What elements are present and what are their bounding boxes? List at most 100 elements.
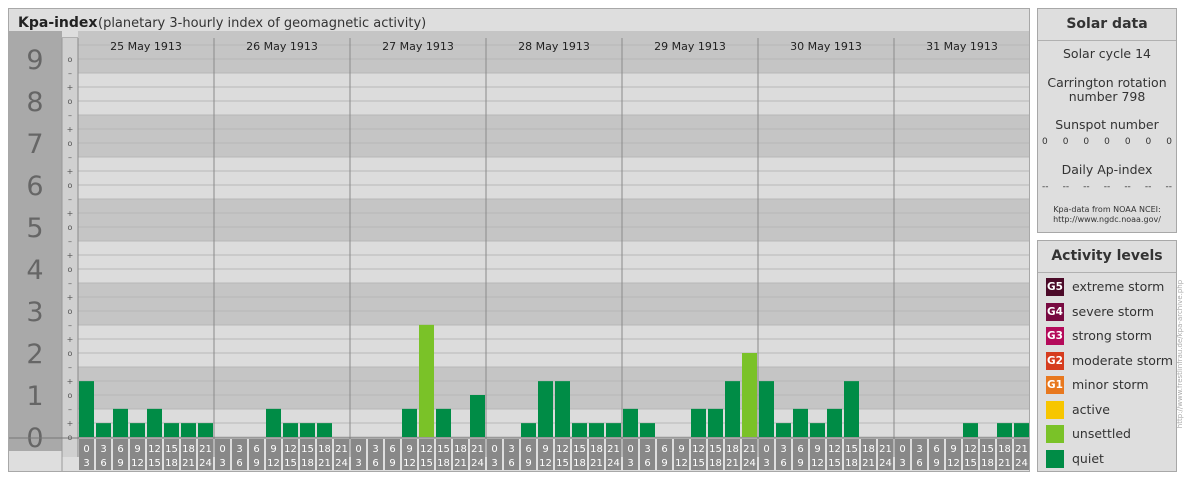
y-sub-label: – xyxy=(68,279,72,288)
time-start-label: 18 xyxy=(726,444,739,455)
time-start-label: 0 xyxy=(219,444,225,455)
time-end-label: 9 xyxy=(117,458,123,469)
time-start-label: 9 xyxy=(134,444,140,455)
kp-bar xyxy=(589,423,604,437)
y-sub-label: o xyxy=(68,307,73,316)
kp-bar xyxy=(521,423,536,437)
time-start-label: 0 xyxy=(627,444,633,455)
time-end-label: 3 xyxy=(899,458,905,469)
kp-bar xyxy=(572,423,587,437)
time-end-label: 21 xyxy=(590,458,603,469)
y-tick-label: 3 xyxy=(26,297,43,328)
level-label: quiet xyxy=(1072,450,1104,466)
y-sub-label: – xyxy=(68,363,72,372)
day-label: 27 May 1913 xyxy=(382,40,454,53)
y-tick-label: 2 xyxy=(26,339,43,370)
time-start-label: 0 xyxy=(899,444,905,455)
kp-bar xyxy=(436,408,451,437)
time-end-label: 6 xyxy=(372,458,378,469)
y-tick-label: 1 xyxy=(26,381,43,412)
time-start-label: 12 xyxy=(556,444,569,455)
time-start-label: 15 xyxy=(301,444,314,455)
kp-bar xyxy=(470,395,485,437)
y-tick-label: 4 xyxy=(26,255,43,286)
kp-bar xyxy=(776,423,791,437)
y-sub-label: o xyxy=(68,223,73,232)
y-tick-label: 7 xyxy=(26,129,43,160)
sunspot-value: 0 xyxy=(1166,137,1172,147)
time-start-label: 3 xyxy=(236,444,242,455)
kp-bar xyxy=(266,408,281,437)
time-start-label: 3 xyxy=(644,444,650,455)
credit-text: http://www.frestlinfrau.de/kpa-archive.p… xyxy=(1176,238,1184,474)
time-end-label: 12 xyxy=(675,458,688,469)
time-start-label: 12 xyxy=(692,444,705,455)
y-sub-label: + xyxy=(67,167,74,176)
level-swatch: G4 xyxy=(1046,302,1064,321)
y-sub-label: + xyxy=(67,209,74,218)
y-sub-label: + xyxy=(67,335,74,344)
kp-bar xyxy=(113,408,128,437)
time-end-label: 9 xyxy=(253,458,259,469)
y-sub-label: o xyxy=(68,97,73,106)
time-start-label: 9 xyxy=(950,444,956,455)
time-end-label: 3 xyxy=(83,458,89,469)
y-sub-label: – xyxy=(68,237,72,246)
time-start-label: 18 xyxy=(862,444,875,455)
time-start-label: 9 xyxy=(814,444,820,455)
time-start-label: 15 xyxy=(165,444,178,455)
kp-bar xyxy=(708,408,723,437)
y-sub-label: – xyxy=(68,69,72,78)
time-end-label: 3 xyxy=(491,458,497,469)
ap-value: -- xyxy=(1165,182,1172,192)
source-line-1: Kpa-data from NOAA NCEI: xyxy=(1053,205,1161,214)
time-end-label: 15 xyxy=(692,458,705,469)
time-end-label: 21 xyxy=(182,458,195,469)
time-start-label: 6 xyxy=(253,444,259,455)
time-end-label: 12 xyxy=(811,458,824,469)
kp-bar xyxy=(1014,423,1029,437)
time-end-label: 15 xyxy=(284,458,297,469)
time-start-label: 0 xyxy=(355,444,361,455)
time-start-label: 12 xyxy=(828,444,841,455)
time-end-label: 12 xyxy=(403,458,416,469)
activity-levels-title: Activity levels xyxy=(1038,241,1176,273)
kp-bar xyxy=(317,423,332,437)
ap-values: -- -- -- -- -- -- -- xyxy=(1042,182,1172,192)
time-end-label: 21 xyxy=(998,458,1011,469)
time-end-label: 21 xyxy=(318,458,331,469)
time-start-label: 0 xyxy=(491,444,497,455)
time-end-label: 15 xyxy=(964,458,977,469)
level-band xyxy=(78,199,1029,241)
time-start-label: 3 xyxy=(100,444,106,455)
time-end-label: 18 xyxy=(437,458,450,469)
time-end-label: 24 xyxy=(1015,458,1028,469)
time-start-label: 12 xyxy=(964,444,977,455)
time-end-label: 24 xyxy=(607,458,620,469)
time-start-label: 9 xyxy=(542,444,548,455)
kp-bar xyxy=(691,408,706,437)
kp-bar xyxy=(844,381,859,437)
kp-bar xyxy=(164,423,179,437)
time-end-label: 18 xyxy=(301,458,314,469)
credit-link: http://www.frestlinfrau.de/kpa-archive.p… xyxy=(1176,279,1184,429)
y-sub-label: o xyxy=(68,181,73,190)
time-start-label: 12 xyxy=(284,444,297,455)
time-start-label: 9 xyxy=(270,444,276,455)
time-start-label: 15 xyxy=(845,444,858,455)
kp-bar xyxy=(300,423,315,437)
time-start-label: 21 xyxy=(607,444,620,455)
level-swatch xyxy=(1046,425,1064,443)
time-start-label: 21 xyxy=(471,444,484,455)
level-band xyxy=(78,157,1029,199)
level-swatch xyxy=(1046,449,1064,468)
kp-bar xyxy=(623,408,638,437)
day-label: 31 May 1913 xyxy=(926,40,998,53)
level-swatch: G5 xyxy=(1046,278,1064,296)
time-end-label: 12 xyxy=(131,458,144,469)
time-end-label: 18 xyxy=(981,458,994,469)
level-label: severe storm xyxy=(1072,303,1154,319)
sunspot-values: 0 0 0 0 0 0 0 xyxy=(1042,137,1172,147)
y-sub-label: + xyxy=(67,83,74,92)
level-label: active xyxy=(1072,401,1110,417)
